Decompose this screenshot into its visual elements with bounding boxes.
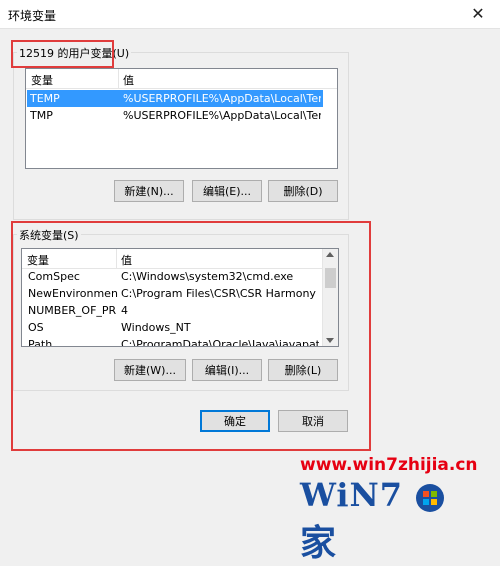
title-bar: 环境变量 ✕ bbox=[0, 0, 500, 29]
user-new-button[interactable]: 新建(N)... bbox=[114, 180, 184, 202]
table-row[interactable]: TEMP %USERPROFILE%\AppData\Local\Temp bbox=[27, 90, 323, 107]
user-variables-label: 12519 的用户变量(U) bbox=[17, 45, 132, 61]
system-edit-button[interactable]: 编辑(I)... bbox=[192, 359, 262, 381]
variable-name: NUMBER_OF_PR... bbox=[28, 304, 116, 317]
table-row[interactable]: NewEnvironment1 C:\Program Files\CSR\CSR… bbox=[23, 285, 321, 302]
user-variables-list[interactable]: 变量 值 TEMP %USERPROFILE%\AppData\Local\Te… bbox=[25, 68, 338, 169]
table-row[interactable]: Path C:\ProgramData\Oracle\Java\javapath… bbox=[23, 336, 321, 347]
scroll-up-icon[interactable] bbox=[326, 252, 334, 257]
system-new-button[interactable]: 新建(W)... bbox=[114, 359, 186, 381]
column-header-variable[interactable]: 变量 bbox=[27, 252, 49, 268]
variable-value: %USERPROFILE%\AppData\Local\Temp bbox=[123, 109, 321, 122]
windows-logo-icon bbox=[416, 483, 445, 512]
vertical-scrollbar[interactable] bbox=[322, 249, 338, 346]
scroll-thumb[interactable] bbox=[325, 268, 336, 288]
column-header-value[interactable]: 值 bbox=[123, 72, 134, 88]
watermark-url: www.win7zhijia.cn bbox=[300, 455, 478, 475]
variable-name: ComSpec bbox=[28, 270, 80, 283]
table-row[interactable]: OS Windows_NT bbox=[23, 319, 321, 336]
user-variables-header: 变量 值 bbox=[26, 69, 337, 89]
cancel-button[interactable]: 取消 bbox=[278, 410, 348, 432]
column-header-variable[interactable]: 变量 bbox=[31, 72, 53, 88]
table-row[interactable]: ComSpec C:\Windows\system32\cmd.exe bbox=[23, 268, 321, 285]
scroll-down-icon[interactable] bbox=[326, 338, 334, 343]
variable-value: C:\Program Files\CSR\CSR Harmony Wir... bbox=[121, 287, 319, 300]
variable-value: C:\ProgramData\Oracle\Java\javapath;C... bbox=[121, 338, 319, 347]
column-header-value[interactable]: 值 bbox=[121, 252, 132, 268]
watermark-logo-char: 家 bbox=[300, 522, 338, 564]
system-variables-label: 系统变量(S) bbox=[17, 227, 81, 243]
variable-value: Windows_NT bbox=[121, 321, 191, 334]
window-title: 环境变量 bbox=[8, 9, 57, 23]
variable-value: %USERPROFILE%\AppData\Local\Temp bbox=[123, 92, 321, 105]
variable-value: 4 bbox=[121, 304, 128, 317]
user-edit-button[interactable]: 编辑(E)... bbox=[192, 180, 262, 202]
watermark-logo-text: WiN7 bbox=[300, 476, 404, 514]
ok-button[interactable]: 确定 bbox=[200, 410, 270, 432]
close-icon[interactable]: ✕ bbox=[468, 4, 488, 24]
variable-name: Path bbox=[28, 338, 53, 347]
system-variables-list[interactable]: 变量 值 ComSpec C:\Windows\system32\cmd.exe… bbox=[21, 248, 339, 347]
variable-name: OS bbox=[28, 321, 44, 334]
table-row[interactable]: NUMBER_OF_PR... 4 bbox=[23, 302, 321, 319]
user-delete-button[interactable]: 删除(D) bbox=[268, 180, 338, 202]
watermark-logo: WiN7 家 bbox=[300, 476, 490, 564]
table-row[interactable]: TMP %USERPROFILE%\AppData\Local\Temp bbox=[27, 107, 323, 124]
system-variables-header: 变量 值 bbox=[22, 249, 322, 269]
variable-value: C:\Windows\system32\cmd.exe bbox=[121, 270, 294, 283]
variable-name: TMP bbox=[30, 109, 53, 122]
system-delete-button[interactable]: 删除(L) bbox=[268, 359, 338, 381]
variable-name: NewEnvironment1 bbox=[28, 287, 118, 300]
variable-name: TEMP bbox=[30, 92, 60, 105]
